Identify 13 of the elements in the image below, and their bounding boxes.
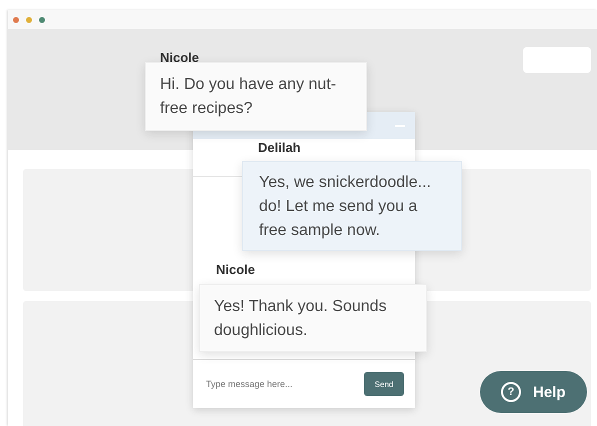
message-field[interactable]: Type message here...	[206, 379, 336, 389]
message-bubble: Yes, we snickerdoodle... do! Let me send you a free sample now.	[242, 161, 462, 251]
zoom-dot-icon[interactable]	[39, 16, 45, 22]
close-dot-icon[interactable]	[13, 16, 19, 22]
message-bubble: Hi. Do you have any nut-free recipes?	[145, 62, 367, 131]
sender-name: Delilah	[258, 140, 301, 155]
send-button[interactable]: Send	[364, 372, 404, 396]
message-bubble: Yes! Thank you. Sounds doughlicious.	[199, 284, 427, 352]
help-icon: ?	[501, 382, 521, 402]
help-button[interactable]: ? Help	[480, 371, 587, 413]
sender-name: Nicole	[160, 50, 200, 65]
minimize-dot-icon[interactable]	[26, 16, 32, 22]
sender-name: Nicole	[216, 262, 256, 277]
